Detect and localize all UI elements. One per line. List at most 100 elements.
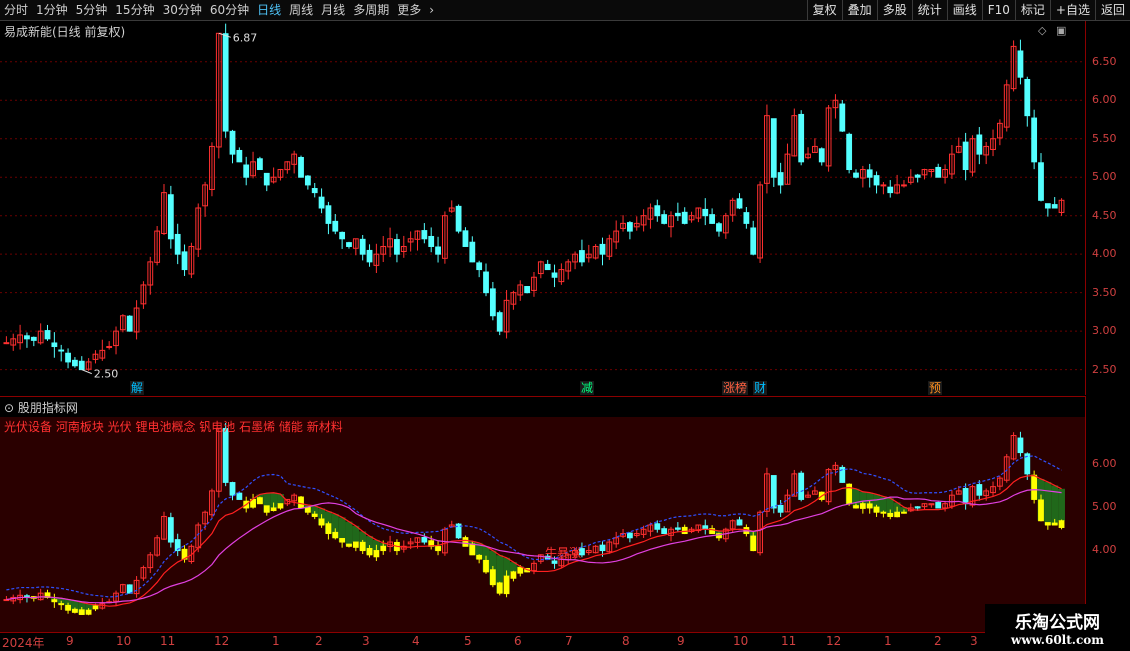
- indicator-body: [962, 488, 969, 505]
- candle: [510, 290, 517, 310]
- candle: [674, 202, 681, 221]
- period-tab[interactable]: 更多: [393, 0, 425, 20]
- date-tick-label: 1: [884, 634, 892, 648]
- candle: [483, 263, 489, 297]
- period-tab[interactable]: 30分钟: [159, 0, 206, 20]
- indicator-body: [92, 605, 99, 610]
- event-marker[interactable]: 解: [130, 381, 145, 395]
- bear-zone: [1058, 488, 1065, 521]
- indicator-axis-label: 6.00: [1092, 457, 1117, 471]
- date-tick-label: 9: [677, 634, 685, 648]
- indicator-body: [770, 475, 777, 509]
- period-tab[interactable]: 1分钟: [32, 0, 72, 20]
- indicator-body: [777, 504, 784, 513]
- event-marker[interactable]: 预: [928, 381, 943, 395]
- period-tab[interactable]: 5分钟: [72, 0, 112, 20]
- event-marker[interactable]: 财: [753, 381, 768, 395]
- candle-body: [428, 235, 435, 247]
- period-tab[interactable]: 周线: [285, 0, 317, 20]
- indicator-body: [126, 584, 133, 594]
- candle: [318, 188, 325, 214]
- indicator-body: [681, 526, 688, 535]
- candle: [695, 207, 702, 223]
- candle: [126, 315, 133, 332]
- indicator-body: [1017, 437, 1024, 454]
- candle-body: [716, 223, 722, 232]
- candle: [750, 220, 757, 256]
- period-tab[interactable]: 月线: [317, 0, 349, 20]
- toolbar-button[interactable]: +自选: [1049, 0, 1095, 20]
- candle: [503, 290, 510, 339]
- candle: [818, 147, 825, 166]
- candle-body: [524, 286, 531, 294]
- chevron-right-icon[interactable]: ›: [425, 0, 438, 20]
- indicator-body: [1058, 520, 1065, 528]
- candle: [373, 243, 380, 274]
- period-tab[interactable]: 60分钟: [206, 0, 253, 20]
- event-marker[interactable]: 减: [580, 381, 595, 395]
- candle: [291, 150, 298, 174]
- date-tick-label: 5: [464, 634, 472, 648]
- candle-body: [298, 156, 304, 178]
- candle: [976, 127, 983, 165]
- candle: [846, 132, 853, 174]
- period-selector: 分时 1分钟 5分钟 15分钟 30分钟 60分钟 日线 周线 月线 多周期 更多 ›: [0, 0, 438, 20]
- candle: [757, 181, 763, 263]
- toolbar-button[interactable]: 返回: [1094, 0, 1130, 20]
- candle: [551, 264, 558, 288]
- candle: [866, 163, 873, 188]
- candle-body: [914, 174, 921, 178]
- indicator-body: [859, 503, 866, 509]
- candle-body: [976, 134, 983, 155]
- candle-body: [236, 149, 243, 163]
- date-tick-label: 12: [826, 634, 842, 648]
- candle: [537, 260, 544, 279]
- candle-body: [839, 103, 846, 132]
- candle: [914, 173, 921, 183]
- date-tick-label: 9: [66, 634, 74, 648]
- period-tab[interactable]: 15分钟: [111, 0, 158, 20]
- chevron-down-icon[interactable]: ⊙: [4, 401, 14, 415]
- candle: [681, 207, 688, 225]
- candle: [585, 244, 592, 263]
- indicator-candle: [839, 465, 846, 483]
- indicator-body: [366, 547, 373, 556]
- candle: [942, 164, 948, 184]
- candle: [24, 332, 30, 348]
- indicator-body: [469, 543, 476, 556]
- toolbar-button[interactable]: 复权: [806, 0, 842, 20]
- candlestick-chart: 6.87 2.50: [0, 23, 1085, 381]
- toolbar-button[interactable]: 画线: [946, 0, 982, 20]
- period-tab[interactable]: 多周期: [349, 0, 393, 20]
- candle: [243, 156, 250, 186]
- toolbar-button[interactable]: F10: [981, 0, 1015, 20]
- candle: [263, 172, 270, 192]
- candle-body: [304, 175, 311, 186]
- candle: [106, 341, 113, 350]
- candle-body: [106, 346, 113, 349]
- date-axis: 2024年 9 10 11 12 1 2 3 4 5 6 7 8 9 10 11 12 1 2 3: [0, 632, 1085, 651]
- toolbar-button[interactable]: 统计: [911, 0, 947, 20]
- period-tab[interactable]: 日线: [253, 0, 285, 20]
- toolbar-button[interactable]: 叠加: [841, 0, 877, 20]
- candle-body: [674, 212, 681, 217]
- candle: [544, 259, 551, 271]
- candle-body: [599, 243, 606, 255]
- indicator-body: [496, 582, 503, 594]
- toolbar-button[interactable]: 多股: [876, 0, 912, 20]
- candle-body: [853, 172, 859, 178]
- date-tick-label: 2: [315, 634, 323, 648]
- indicator-candle: [496, 581, 503, 596]
- event-marker[interactable]: 涨榜: [722, 381, 749, 395]
- indicator-background: [0, 417, 1085, 633]
- price-axis-label: 4.00: [1092, 247, 1117, 261]
- indicator-body: [901, 511, 907, 514]
- candle: [304, 175, 311, 190]
- candle-body: [126, 315, 133, 332]
- candle: [558, 263, 565, 285]
- period-tab[interactable]: 分时: [0, 0, 32, 20]
- toolbar-button[interactable]: 标记: [1014, 0, 1050, 20]
- candle: [716, 221, 722, 237]
- candle-body: [58, 349, 65, 352]
- candle: [668, 211, 674, 238]
